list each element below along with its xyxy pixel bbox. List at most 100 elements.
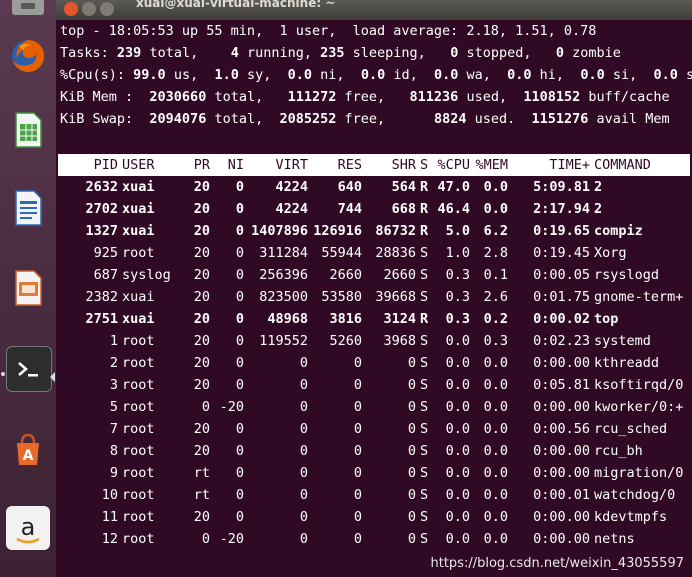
- cell-cmd: watchdog/0: [594, 487, 676, 503]
- table-row: 687 syslog 20 0 256396 2660 2660 S 0.3 0.1 0:00.05…: [58, 264, 690, 286]
- cell-res: 0: [353, 443, 362, 459]
- cell-pr: 20: [193, 311, 210, 327]
- cell-user: xuai: [122, 289, 155, 305]
- cell-user: root: [122, 443, 155, 459]
- cell-ni: 0: [235, 179, 244, 195]
- cell-cmd: netns: [594, 531, 635, 547]
- cell-pr: 20: [193, 333, 210, 349]
- cell-mem: 0.0: [483, 355, 508, 371]
- cell-cpu: 0.3: [445, 289, 470, 305]
- cell-virt: 0: [299, 399, 308, 415]
- watermark: https://blog.csdn.net/weixin_43055597: [430, 556, 684, 571]
- table-row: 10 root rt 0 0 0 0 S 0.0 0.0 0:00.01 watchdog/0: [58, 484, 690, 506]
- cell-s: S: [420, 421, 429, 437]
- cell-ni: 0: [235, 311, 244, 327]
- cell-time: 2:17.94: [533, 201, 590, 217]
- cell-mem: 2.8: [483, 245, 508, 261]
- minimize-button[interactable]: [82, 2, 96, 16]
- cell-s: R: [420, 223, 429, 239]
- cell-cmd: 2: [594, 201, 603, 217]
- cell-mem: 0.0: [483, 509, 508, 525]
- files-icon[interactable]: [6, 0, 50, 22]
- cell-s: S: [420, 289, 429, 305]
- cell-ni: 0: [235, 245, 244, 261]
- cell-shr: 0: [407, 487, 416, 503]
- cell-shr: 0: [407, 531, 416, 547]
- software-center-icon[interactable]: A: [6, 428, 50, 472]
- cell-s: S: [420, 487, 429, 503]
- tasks-line: Tasks: 239 total, 4 running, 235 sleepin…: [60, 45, 621, 61]
- cell-pid: 1: [109, 333, 118, 349]
- cell-cmd: systemd: [594, 333, 651, 349]
- cell-pid: 2751: [85, 311, 118, 327]
- cell-user: root: [122, 333, 155, 349]
- cell-shr: 0: [407, 443, 416, 459]
- maximize-button[interactable]: [100, 2, 114, 16]
- column-header-pr: PR: [193, 157, 210, 173]
- cell-pr: 20: [193, 245, 210, 261]
- cell-s: S: [420, 509, 429, 525]
- cell-ni: 0: [235, 509, 244, 525]
- cell-pr: 20: [193, 509, 210, 525]
- cell-pr: 20: [193, 289, 210, 305]
- cell-virt: 823500: [259, 289, 308, 305]
- cell-ni: 0: [235, 487, 244, 503]
- cell-shr: 0: [407, 421, 416, 437]
- column-header-virt: VIRT: [275, 157, 308, 173]
- cell-pid: 8: [109, 443, 118, 459]
- window-titlebar[interactable]: xuai@xuai-virtual-machine: ~: [56, 0, 692, 20]
- table-row: 2382 xuai 20 0 823500 53580 39668 S 0.3 2.6 0:01.7…: [58, 286, 690, 308]
- cell-time: 0:01.75: [533, 289, 590, 305]
- mem-line: KiB Mem : 2030660 total, 111272 free, 81…: [60, 89, 670, 105]
- cell-ni: -20: [219, 531, 244, 547]
- cell-pid: 10: [101, 487, 118, 503]
- cell-mem: 0.0: [483, 421, 508, 437]
- cell-cpu: 0.0: [445, 377, 470, 393]
- cell-cpu: 0.0: [445, 421, 470, 437]
- cell-time: 5:09.81: [533, 179, 590, 195]
- cell-ni: 0: [235, 333, 244, 349]
- cell-user: root: [122, 487, 155, 503]
- table-row: 9 root rt 0 0 0 0 S 0.0 0.0 0:00.00 migration/0: [58, 462, 690, 484]
- table-row: 7 root 20 0 0 0 0 S 0.0 0.0 0:00.56 rcu_sched: [58, 418, 690, 440]
- table-row: 3 root 20 0 0 0 0 S 0.0 0.0 0:05.81 ksoftirqd/0: [58, 374, 690, 396]
- table-row: 12 root 0 -20 0 0 0 S 0.0 0.0 0:00.00 netns: [58, 528, 690, 550]
- cell-pr: 20: [193, 267, 210, 283]
- cell-s: R: [420, 179, 429, 195]
- firefox-icon[interactable]: [6, 34, 50, 78]
- cell-res: 0: [353, 377, 362, 393]
- cell-cmd: kdevtmpfs: [594, 509, 668, 525]
- terminal-icon[interactable]: [6, 346, 52, 392]
- cell-user: root: [122, 465, 155, 481]
- cell-user: root: [122, 399, 155, 415]
- terminal-window[interactable]: top - 18:05:53 up 55 min, 1 user, load a…: [56, 20, 692, 577]
- table-row: 5 root 0 -20 0 0 0 S 0.0 0.0 0:00.00 kworker/0:+: [58, 396, 690, 418]
- close-button[interactable]: [64, 2, 78, 16]
- cell-ni: 0: [235, 377, 244, 393]
- cell-s: R: [420, 201, 429, 217]
- cell-pr: 20: [193, 201, 210, 217]
- amazon-icon[interactable]: a: [6, 506, 50, 550]
- cell-cmd: kworker/0:+: [594, 399, 684, 415]
- cell-pid: 2632: [85, 179, 118, 195]
- cell-pr: 0: [201, 531, 210, 547]
- cell-user: root: [122, 245, 155, 261]
- cell-virt: 256396: [259, 267, 308, 283]
- libreoffice-impress-icon[interactable]: [6, 266, 50, 310]
- cell-mem: 0.0: [483, 201, 508, 217]
- column-header-mem: %MEM: [475, 157, 508, 173]
- libreoffice-calc-icon[interactable]: [6, 108, 50, 152]
- cell-pid: 2382: [85, 289, 118, 305]
- cell-time: 0:00.00: [533, 443, 590, 459]
- cell-cpu: 0.0: [445, 509, 470, 525]
- libreoffice-writer-icon[interactable]: [6, 186, 50, 230]
- cell-cpu: 0.0: [445, 443, 470, 459]
- cell-shr: 0: [407, 509, 416, 525]
- cell-pr: 20: [193, 179, 210, 195]
- cell-virt: 4224: [275, 179, 308, 195]
- cell-pid: 9: [109, 465, 118, 481]
- cell-pid: 1327: [85, 223, 118, 239]
- cell-virt: 0: [299, 531, 308, 547]
- cell-pr: 20: [193, 421, 210, 437]
- cell-time: 0:00.56: [533, 421, 590, 437]
